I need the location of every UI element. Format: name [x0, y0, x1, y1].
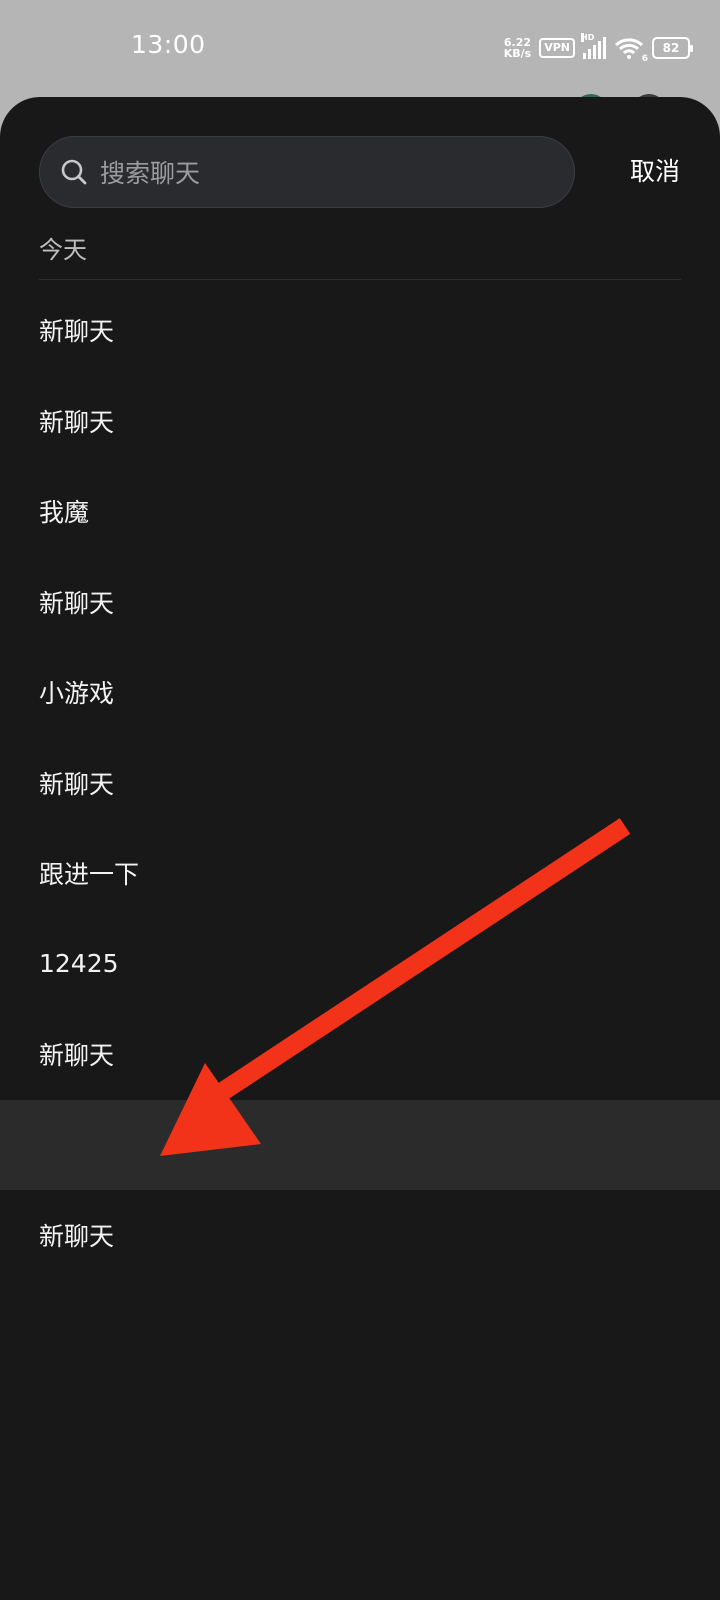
chat-history-item[interactable]: 跟进一下 — [0, 828, 720, 919]
network-speed: 6.22 KB/s — [504, 37, 531, 59]
search-icon — [61, 159, 87, 185]
divider — [39, 279, 681, 280]
chat-title: 新聊天 — [39, 1041, 115, 1071]
chat-history-item[interactable]: 新聊天 — [0, 1190, 720, 1281]
chat-history-item[interactable]: 新聊天 — [0, 376, 720, 467]
cancel-button[interactable]: 取消 — [630, 152, 680, 188]
chat-history-list: 新聊天 新聊天 我魔 新聊天 小游戏 新聊天 跟进一下 12425 新聊天 新聊… — [0, 285, 720, 1281]
chat-history-item[interactable]: 新聊天 — [0, 1009, 720, 1100]
chat-title: 新聊天 — [39, 317, 115, 347]
section-header-today: 今天 — [39, 236, 87, 264]
chat-history-item[interactable]: 我魔 — [0, 466, 720, 557]
wifi-icon: 6 — [614, 36, 648, 64]
search-input[interactable]: 搜索聊天 — [39, 136, 575, 208]
chat-title: 小游戏 — [39, 679, 115, 709]
search-placeholder: 搜索聊天 — [100, 159, 201, 188]
chat-title: 新聊天 — [39, 1222, 115, 1252]
network-speed-unit: KB/s — [503, 47, 532, 60]
chat-title: 跟进一下 — [39, 860, 140, 890]
chat-title: 新聊天 — [39, 407, 115, 437]
chat-history-item-highlighted[interactable] — [0, 1099, 720, 1190]
chat-history-item[interactable]: 新聊天 — [0, 285, 720, 376]
chat-search-sheet: 搜索聊天 取消 今天 新聊天 新聊天 我魔 新聊天 小游戏 新聊天 跟进一下 1… — [0, 97, 720, 1600]
status-icons: 6.22 KB/s VPN HD 6 82 — [504, 33, 693, 64]
status-time: 13:00 — [131, 30, 206, 59]
chat-title: 新聊天 — [39, 769, 115, 799]
cellular-signal-icon: HD — [581, 33, 606, 59]
chat-history-item[interactable]: 小游戏 — [0, 647, 720, 738]
chat-history-item[interactable]: 新聊天 — [0, 738, 720, 829]
hd-label: HD — [581, 33, 595, 42]
status-bar: 13:00 6.22 KB/s VPN HD 6 82 — [0, 0, 720, 96]
vpn-icon: VPN — [539, 38, 575, 58]
battery-icon: 82 — [652, 37, 693, 59]
chat-history-item[interactable]: 12425 — [0, 919, 720, 1010]
chat-title: 12425 — [39, 949, 119, 979]
chat-title: 我魔 — [39, 498, 90, 528]
wifi-6-badge: 6 — [641, 54, 648, 64]
chat-title: 新聊天 — [39, 588, 115, 618]
chat-history-item[interactable]: 新聊天 — [0, 557, 720, 648]
